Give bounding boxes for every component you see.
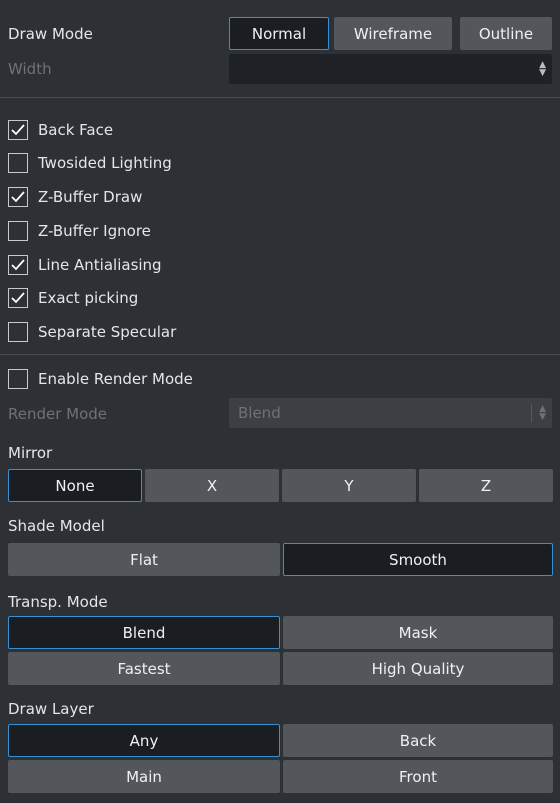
width-field[interactable]: ▲ ▼ <box>229 54 552 84</box>
layer-back-button[interactable]: Back <box>283 724 553 757</box>
shade-flat-button[interactable]: Flat <box>8 543 280 576</box>
mirror-y-button[interactable]: Y <box>282 469 416 502</box>
draw-mode-wireframe-button[interactable]: Wireframe <box>334 17 452 50</box>
checkbox-label: Z-Buffer Draw <box>38 188 143 206</box>
checkbox-box[interactable] <box>8 369 28 389</box>
draw-mode-label: Draw Mode <box>8 25 93 43</box>
checkbox-box[interactable] <box>8 153 28 173</box>
render-mode-value: Blend <box>238 404 281 422</box>
shade-smooth-button[interactable]: Smooth <box>283 543 553 576</box>
draw-layer-label: Draw Layer <box>8 700 94 718</box>
checkmark-icon <box>11 191 25 203</box>
checkmark-icon <box>11 124 25 136</box>
shade-model-label: Shade Model <box>8 517 105 535</box>
width-label: Width <box>8 60 52 78</box>
checkbox-box[interactable] <box>8 255 28 275</box>
separator <box>0 97 560 98</box>
mirror-label: Mirror <box>8 444 53 462</box>
transp-blend-button[interactable]: Blend <box>8 616 280 649</box>
render-mode-select[interactable]: Blend ▲ ▼ <box>229 398 552 428</box>
checkbox-z-buffer-draw[interactable]: Z-Buffer Draw <box>8 185 142 209</box>
checkbox-label: Back Face <box>38 121 114 139</box>
transp-fastest-button[interactable]: Fastest <box>8 652 280 685</box>
render-mode-label: Render Mode <box>8 405 108 423</box>
select-divider <box>531 404 532 422</box>
checkbox-box[interactable] <box>8 288 28 308</box>
checkbox-label: Line Antialiasing <box>38 256 162 274</box>
checkbox-label: Enable Render Mode <box>38 370 193 388</box>
checkmark-icon <box>11 259 25 271</box>
checkbox-label: Z-Buffer Ignore <box>38 222 151 240</box>
checkbox-label: Twosided Lighting <box>38 154 172 172</box>
mirror-none-button[interactable]: None <box>8 469 142 502</box>
layer-any-button[interactable]: Any <box>8 724 280 757</box>
checkbox-exact-picking[interactable]: Exact picking <box>8 286 138 310</box>
checkbox-box[interactable] <box>8 322 28 342</box>
width-spinner-icon[interactable]: ▲ ▼ <box>539 61 546 78</box>
checkbox-box[interactable] <box>8 221 28 241</box>
mirror-x-button[interactable]: X <box>145 469 279 502</box>
checkbox-back-face[interactable]: Back Face <box>8 118 113 142</box>
checkbox-label: Separate Specular <box>38 323 177 341</box>
transp-mode-label: Transp. Mode <box>8 593 108 611</box>
layer-front-button[interactable]: Front <box>283 760 553 793</box>
checkmark-icon <box>11 292 25 304</box>
separator <box>0 354 560 355</box>
draw-mode-outline-button[interactable]: Outline <box>460 17 552 50</box>
checkbox-twosided-lighting[interactable]: Twosided Lighting <box>8 151 172 175</box>
checkbox-enable-render-mode[interactable]: Enable Render Mode <box>8 367 193 391</box>
mirror-z-button[interactable]: Z <box>419 469 553 502</box>
checkbox-box[interactable] <box>8 187 28 207</box>
chevron-updown-icon: ▲ ▼ <box>539 404 546 422</box>
checkbox-z-buffer-ignore[interactable]: Z-Buffer Ignore <box>8 219 151 243</box>
draw-mode-normal-button[interactable]: Normal <box>229 17 329 50</box>
checkbox-separate-specular[interactable]: Separate Specular <box>8 320 176 344</box>
transp-high-quality-button[interactable]: High Quality <box>283 652 553 685</box>
checkbox-line-antialiasing[interactable]: Line Antialiasing <box>8 253 162 277</box>
layer-main-button[interactable]: Main <box>8 760 280 793</box>
checkbox-box[interactable] <box>8 120 28 140</box>
checkbox-label: Exact picking <box>38 289 139 307</box>
transp-mask-button[interactable]: Mask <box>283 616 553 649</box>
